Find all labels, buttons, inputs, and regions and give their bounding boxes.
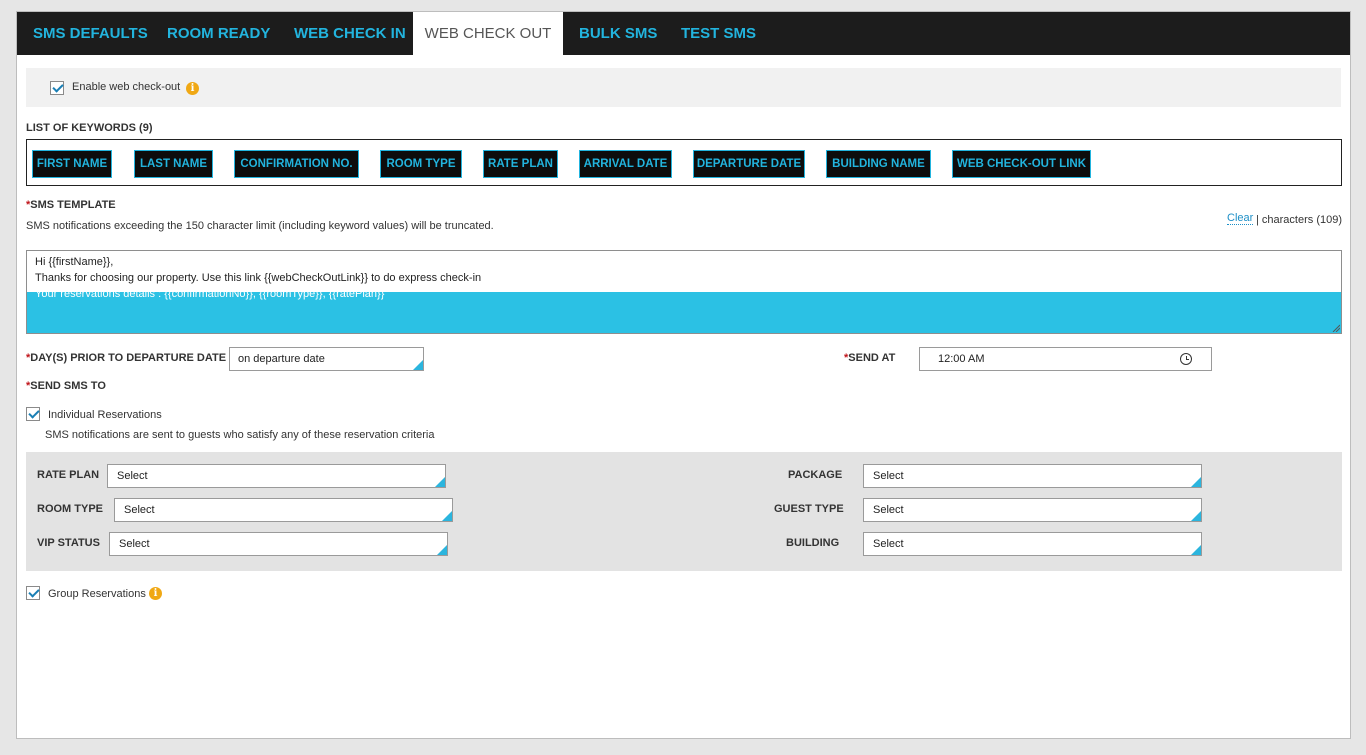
tab-web-check-in[interactable]: WEB CHECK IN — [294, 12, 406, 55]
enable-web-check-out-bar: Enable web check-out i — [26, 68, 1341, 107]
info-icon[interactable]: i — [149, 587, 162, 600]
keyword-web-check-out-link[interactable]: WEB CHECK-OUT LINK — [952, 150, 1091, 178]
rate-plan-label: RATE PLAN — [37, 469, 100, 481]
keyword-first-name[interactable]: FIRST NAME — [32, 150, 112, 178]
keyword-building-name[interactable]: BUILDING NAME — [826, 150, 931, 178]
keyword-room-type[interactable]: ROOM TYPE — [380, 150, 462, 178]
dropdown-corner-icon — [1191, 477, 1201, 487]
individual-reservations-note: SMS notifications are sent to guests who… — [45, 429, 435, 441]
room-type-select[interactable]: Select — [114, 498, 453, 522]
package-value: Select — [873, 470, 904, 482]
days-prior-value: on departure date — [238, 353, 325, 365]
dropdown-corner-icon — [1191, 545, 1201, 555]
days-prior-select[interactable]: on departure date — [229, 347, 424, 371]
vip-status-label: VIP STATUS — [37, 537, 100, 549]
dropdown-corner-icon — [413, 360, 423, 370]
package-select[interactable]: Select — [863, 464, 1202, 488]
building-label: BUILDING — [786, 537, 840, 549]
send-at-time-input[interactable]: 12:00 AM — [919, 347, 1212, 371]
days-prior-label: *DAY(S) PRIOR TO DEPARTURE DATE — [26, 352, 226, 364]
clock-icon[interactable] — [1180, 353, 1192, 365]
vip-status-select[interactable]: Select — [109, 532, 448, 556]
sms-template-textarea[interactable]: Hi {{firstName}}, Thanks for choosing ou… — [26, 250, 1342, 334]
individual-reservations-label: Individual Reservations — [48, 409, 162, 421]
building-select[interactable]: Select — [863, 532, 1202, 556]
keywords-title: LIST OF KEYWORDS (9) — [26, 122, 153, 134]
package-label: PACKAGE — [788, 469, 843, 481]
sms-template-title: *SMS TEMPLATE — [26, 199, 116, 211]
dropdown-corner-icon — [442, 511, 452, 521]
guest-type-value: Select — [873, 504, 904, 516]
vip-status-value: Select — [119, 538, 150, 550]
clear-link[interactable]: Clear — [1227, 212, 1254, 225]
tab-room-ready[interactable]: ROOM READY — [167, 12, 270, 55]
template-line: Your reservations details : {{confirmati… — [35, 288, 385, 300]
send-sms-to-title-text: SEND SMS TO — [30, 380, 106, 392]
dropdown-corner-icon — [437, 545, 447, 555]
building-value: Select — [873, 538, 904, 550]
character-count: | characters (109) — [1256, 214, 1343, 226]
template-line: Hi {{firstName}}, — [35, 256, 114, 268]
enable-web-check-out-label: Enable web check-out — [72, 81, 181, 93]
keyword-departure-date[interactable]: DEPARTURE DATE — [693, 150, 805, 178]
tab-web-check-out[interactable]: WEB CHECK OUT — [413, 12, 563, 55]
rate-plan-select[interactable]: Select — [107, 464, 446, 488]
tab-bar: SMS DEFAULTS ROOM READY WEB CHECK IN WEB… — [17, 12, 1350, 55]
tab-test-sms[interactable]: TEST SMS — [681, 12, 756, 55]
group-reservations-label: Group Reservations — [48, 588, 146, 600]
days-prior-label-text: DAY(S) PRIOR TO DEPARTURE DATE — [30, 352, 227, 364]
info-icon[interactable]: i — [186, 82, 199, 95]
reservation-criteria: RATE PLAN Select ROOM TYPE Select VIP ST… — [26, 452, 1342, 571]
send-at-value: 12:00 AM — [938, 353, 985, 365]
keyword-list: FIRST NAME LAST NAME CONFIRMATION NO. RO… — [26, 139, 1342, 186]
send-at-label-text: SEND AT — [848, 352, 896, 364]
guest-type-label: GUEST TYPE — [774, 503, 844, 515]
enable-web-check-out-checkbox[interactable] — [50, 81, 64, 95]
keyword-last-name[interactable]: LAST NAME — [134, 150, 213, 178]
send-sms-to-title: *SEND SMS TO — [26, 380, 106, 392]
dropdown-corner-icon — [435, 477, 445, 487]
resize-handle-icon[interactable] — [1332, 324, 1340, 332]
tab-bulk-sms[interactable]: BULK SMS — [579, 12, 657, 55]
template-line: Thanks for choosing our property. Use th… — [35, 272, 482, 284]
sms-template-title-text: SMS TEMPLATE — [30, 199, 116, 211]
room-type-label: ROOM TYPE — [37, 503, 104, 515]
dropdown-corner-icon — [1191, 511, 1201, 521]
keyword-rate-plan[interactable]: RATE PLAN — [483, 150, 558, 178]
rate-plan-value: Select — [117, 470, 148, 482]
guest-type-select[interactable]: Select — [863, 498, 1202, 522]
individual-reservations-checkbox[interactable] — [26, 407, 40, 421]
web-check-out-panel: SMS DEFAULTS ROOM READY WEB CHECK IN WEB… — [16, 11, 1351, 739]
sms-template-note: SMS notifications exceeding the 150 char… — [26, 220, 494, 232]
keyword-arrival-date[interactable]: ARRIVAL DATE — [579, 150, 672, 178]
send-at-label: *SEND AT — [844, 352, 895, 364]
tab-sms-defaults[interactable]: SMS DEFAULTS — [33, 12, 148, 55]
keyword-confirmation-no[interactable]: CONFIRMATION NO. — [234, 150, 359, 178]
group-reservations-checkbox[interactable] — [26, 586, 40, 600]
room-type-value: Select — [124, 504, 155, 516]
